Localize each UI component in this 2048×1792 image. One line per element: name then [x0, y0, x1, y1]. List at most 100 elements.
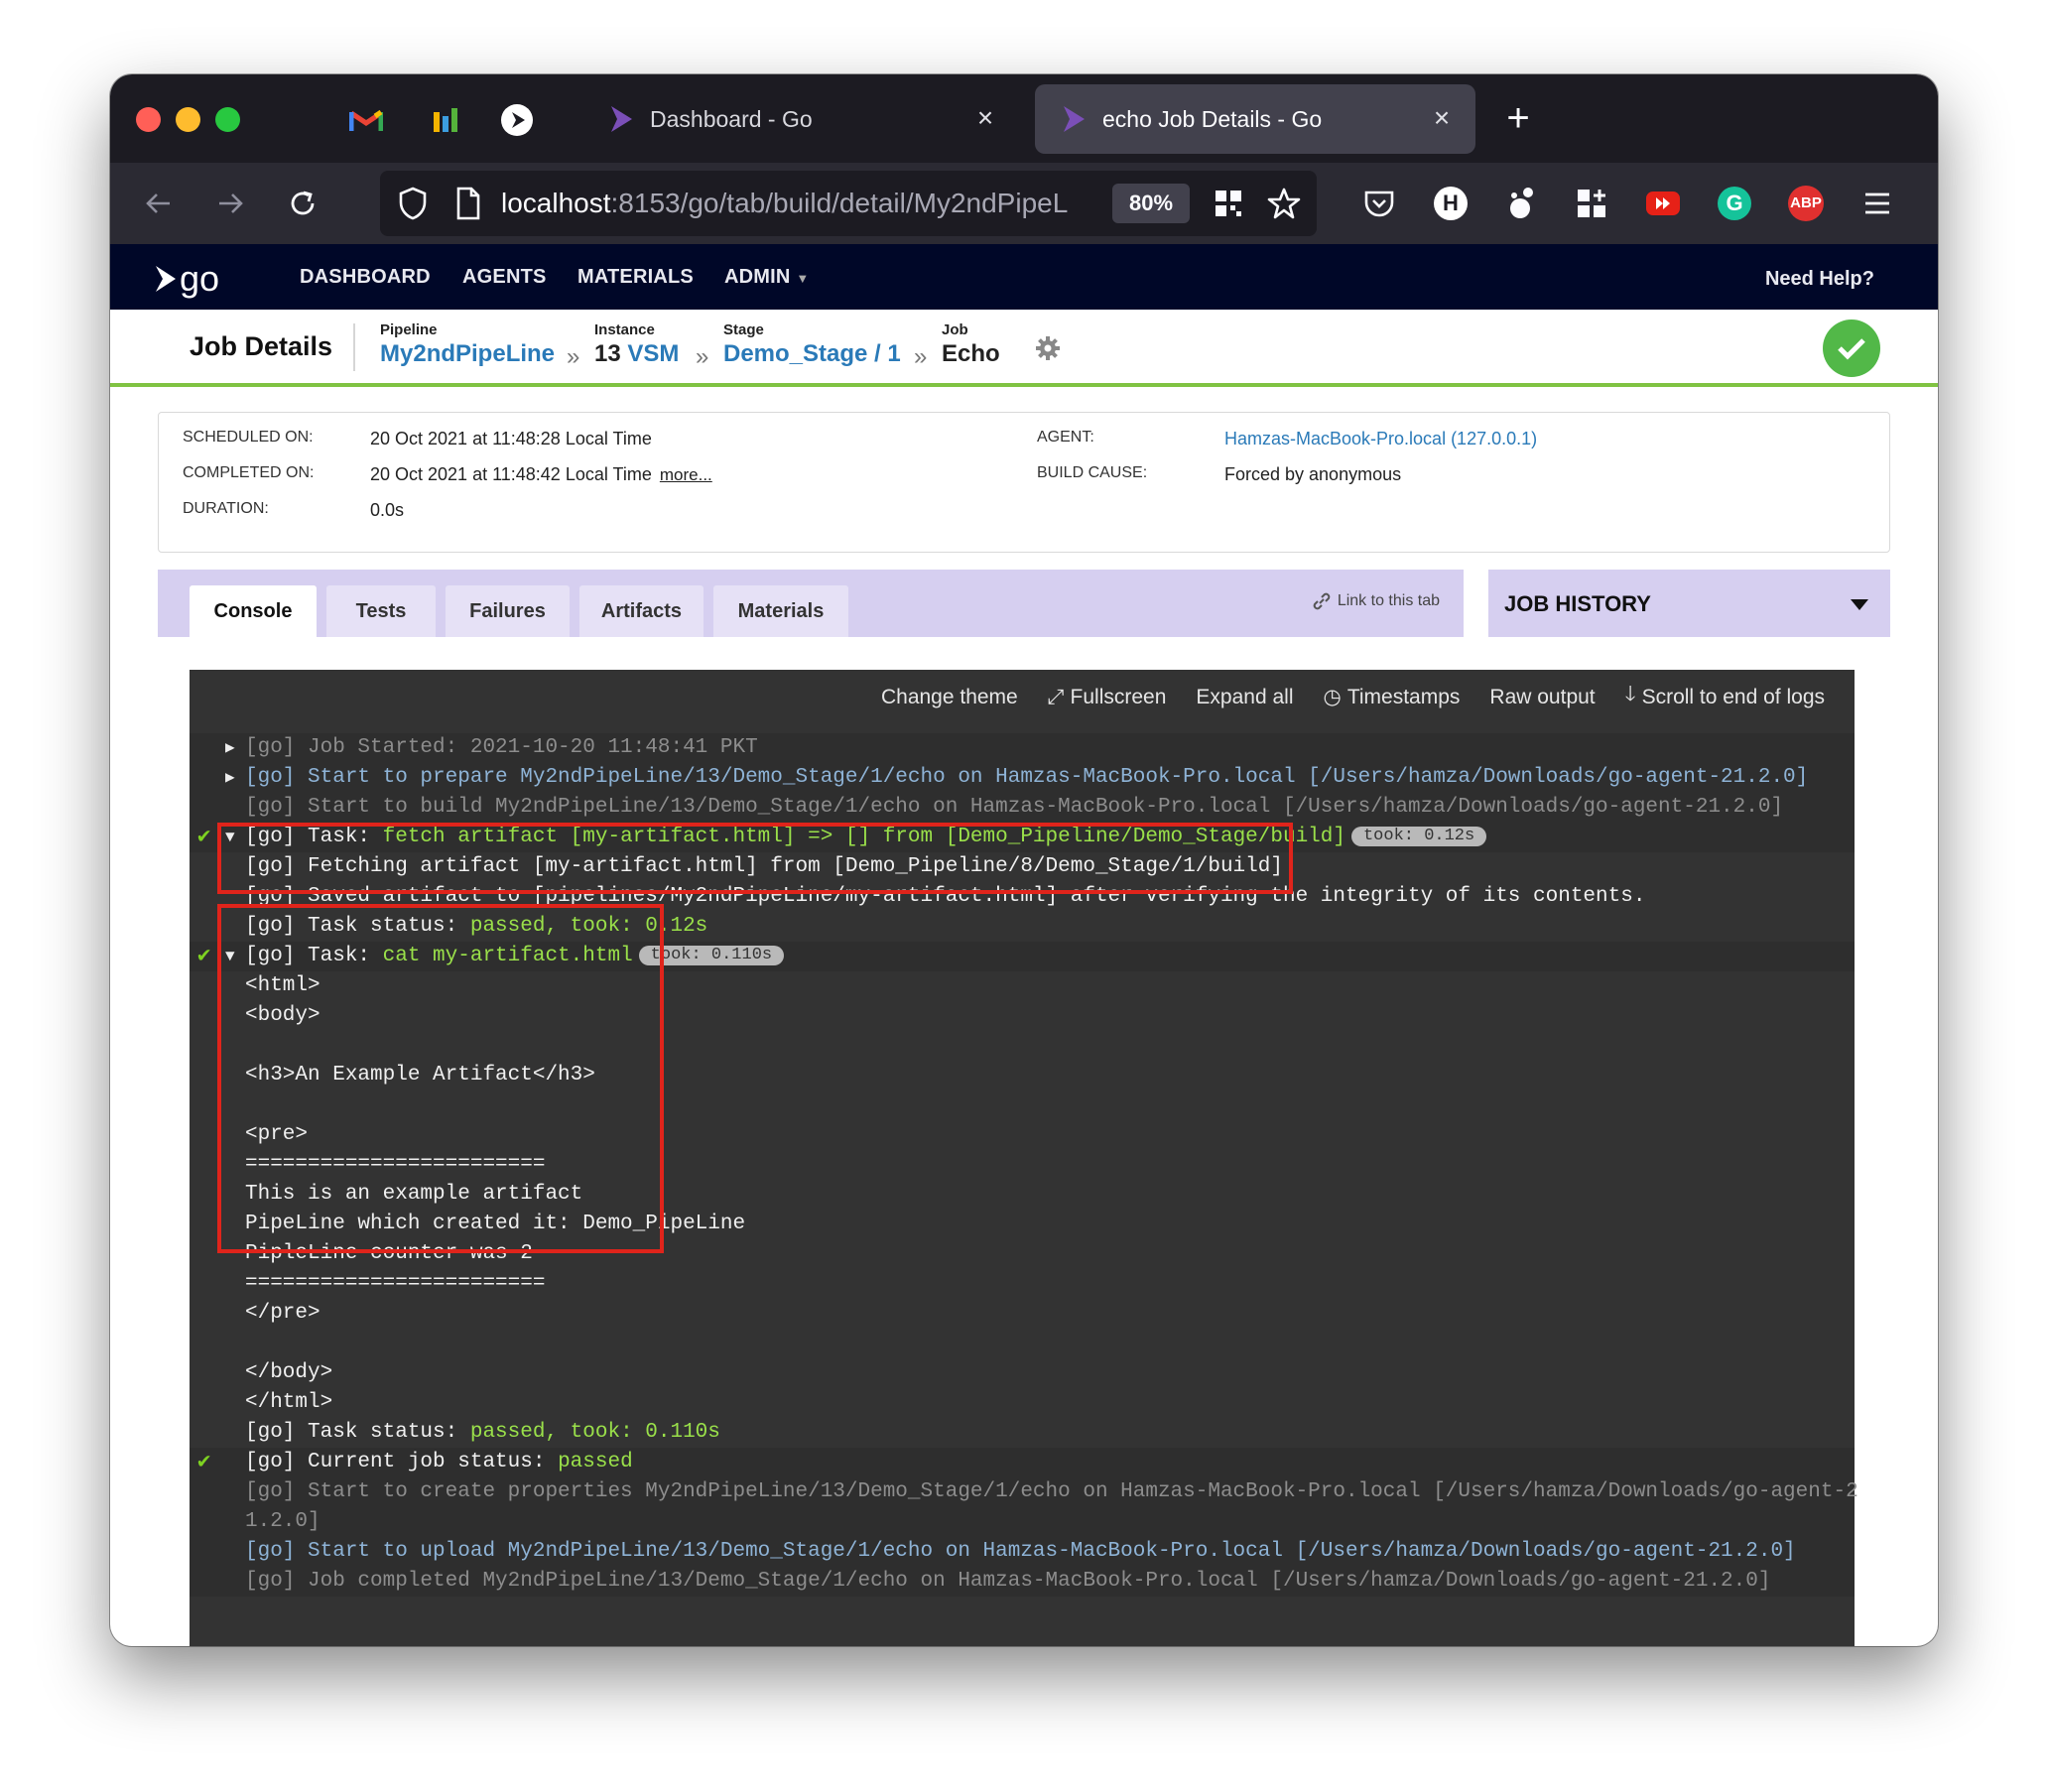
nav-admin-label: ADMIN — [724, 266, 791, 288]
close-tab-icon[interactable]: × — [971, 104, 999, 132]
breadcrumb-chevron: » — [914, 343, 928, 370]
console-log: Change theme ⤢ Fullscreen Expand all ◷ Tim… — [190, 670, 1858, 1646]
log-line: ======================== — [190, 1269, 1855, 1299]
check-icon: ✔ — [197, 944, 211, 968]
pipeline-link[interactable]: My2ndPipeLine — [380, 340, 555, 368]
check-icon: ✔ — [197, 1450, 211, 1474]
url-bar[interactable]: localhost:8153/go/tab/build/detail/My2nd… — [380, 171, 1317, 236]
gocd-logo[interactable]: go — [154, 258, 219, 300]
tab-echo-job-details[interactable]: echo Job Details - Go × — [1035, 84, 1475, 154]
need-help-link[interactable]: Need Help? — [1765, 268, 1874, 291]
back-button[interactable] — [138, 183, 180, 224]
duration-value: 0.0s — [370, 500, 405, 520]
minimize-window-button[interactable] — [176, 107, 200, 132]
tab-title: echo Job Details - Go — [1102, 105, 1323, 132]
stage-link[interactable]: Demo_Stage / 1 — [723, 340, 901, 368]
tab-title: Dashboard - Go — [650, 105, 813, 132]
app-menu-button[interactable] — [1856, 183, 1898, 224]
url-text[interactable]: localhost:8153/go/tab/build/detail/My2nd… — [501, 188, 1082, 219]
log-text: ======================== — [245, 1272, 546, 1295]
clock-icon: ◷ — [1323, 686, 1342, 708]
expand-arrows-icon: ⤢ — [1047, 685, 1065, 708]
h-icon: H — [1434, 187, 1468, 220]
breadcrumb-pipeline: Pipeline My2ndPipeLine — [380, 321, 555, 368]
youtube-extension-button[interactable] — [1642, 183, 1684, 224]
breadcrumb-stage: Stage Demo_Stage / 1 — [723, 321, 901, 368]
log-text: </body> — [245, 1361, 333, 1384]
bookmark-star-icon[interactable] — [1267, 187, 1301, 220]
tab-artifacts[interactable]: Artifacts — [579, 585, 704, 637]
build-cause-label: BUILD CAUSE: — [1037, 464, 1148, 481]
pocket-button[interactable] — [1358, 183, 1400, 224]
forward-arrow-icon — [219, 193, 243, 213]
miro-icon — [434, 108, 457, 132]
close-tab-icon[interactable]: × — [1428, 104, 1456, 132]
change-theme-button[interactable]: Change theme — [881, 680, 1018, 714]
link-to-tab[interactable]: Link to this tab — [1312, 591, 1440, 611]
completed-value: 20 Oct 2021 at 11:48:42 Local Time more..… — [370, 464, 712, 485]
vsm-link[interactable]: VSM — [627, 340, 679, 367]
tab-console[interactable]: Console — [190, 585, 317, 637]
gnome-icon — [1510, 188, 1533, 218]
log-line: [go] Task status: passed, took: 0.110s — [190, 1418, 1855, 1448]
job-summary: SCHEDULED ON: 20 Oct 2021 at 11:48:28 Lo… — [158, 412, 1890, 553]
log-line: [go] Start to upload My2ndPipeLine/13/De… — [190, 1537, 1855, 1567]
arrow-down-icon: 🡓 — [1624, 683, 1636, 705]
scheduled-value: 20 Oct 2021 at 11:48:28 Local Time — [370, 429, 652, 448]
adblock-button[interactable]: ABP — [1785, 183, 1827, 224]
gocd-tab-icon — [1064, 106, 1085, 132]
page-title: Job Details — [190, 331, 333, 361]
add-ons-icon — [1578, 190, 1605, 217]
h-extension-button[interactable]: H — [1430, 183, 1472, 224]
add-ons-button[interactable] — [1571, 183, 1612, 224]
nav-materials[interactable]: MATERIALS — [577, 266, 694, 289]
raw-output-button[interactable]: Raw output — [1489, 680, 1595, 714]
go-play-icon — [501, 104, 533, 136]
tab-tests[interactable]: Tests — [326, 585, 436, 637]
reload-button[interactable] — [282, 183, 323, 224]
nav-dashboard[interactable]: DASHBOARD — [300, 266, 431, 289]
took-badge: took: 0.12s — [1350, 827, 1487, 846]
tab-failures[interactable]: Failures — [446, 585, 570, 637]
nav-admin[interactable]: ADMIN ▼ — [724, 266, 809, 289]
link-to-tab-label: Link to this tab — [1337, 592, 1440, 609]
raw-output-label: Raw output — [1489, 685, 1596, 708]
more-link[interactable]: more... — [660, 465, 712, 484]
url-host: localhost — [501, 188, 611, 218]
tab-dashboard[interactable]: Dashboard - Go × — [582, 84, 1019, 154]
log-line: [go] Job completed My2ndPipeLine/13/Demo… — [190, 1567, 1855, 1597]
breadcrumb-chevron: » — [696, 343, 709, 370]
timestamps-button[interactable]: ◷ Timestamps — [1324, 680, 1461, 714]
job-passed-status — [1823, 320, 1880, 377]
build-cause-value: Forced by anonymous — [1224, 464, 1402, 484]
job-history-toggle[interactable]: JOB HISTORY — [1488, 570, 1890, 637]
new-tab-button[interactable]: + — [1497, 98, 1539, 140]
fullscreen-button[interactable]: ⤢ Fullscreen — [1048, 680, 1167, 714]
log-text: [go] Job completed My2ndPipeLine/13/Demo… — [245, 1570, 1771, 1593]
gnome-extension-button[interactable] — [1500, 183, 1542, 224]
log-text: </html> — [245, 1391, 333, 1414]
zoom-level-button[interactable]: 80% — [1112, 184, 1190, 223]
log-line[interactable]: ▶ [go] Start to prepare My2ndPipeLine/13/… — [190, 763, 1855, 793]
close-window-button[interactable] — [136, 107, 161, 132]
pinned-tab-gmail[interactable] — [344, 98, 388, 142]
forward-button[interactable] — [209, 183, 251, 224]
qr-code-icon[interactable] — [1214, 189, 1243, 218]
log-line[interactable]: ▶ [go] Job Started: 2021-10-20 11:48:41 P… — [190, 733, 1855, 763]
pinned-tab-go[interactable] — [495, 98, 539, 142]
nav-agents[interactable]: AGENTS — [462, 266, 547, 289]
pinned-tab-miro[interactable] — [424, 98, 467, 142]
gear-icon[interactable] — [1035, 335, 1061, 361]
scroll-to-end-button[interactable]: 🡓 Scroll to end of logs — [1625, 680, 1825, 714]
grammarly-button[interactable]: G — [1714, 183, 1755, 224]
breadcrumb-instance: Instance 13 VSM — [594, 321, 679, 368]
zoom-window-button[interactable] — [215, 107, 240, 132]
youtube-icon — [1646, 192, 1680, 215]
duration-label: DURATION: — [183, 500, 269, 517]
url-path: :8153/go/tab/build/detail/My2ndPipeL — [610, 188, 1069, 218]
job-details-header: Job Details Pipeline My2ndPipeLine » Ins… — [110, 310, 1938, 387]
tab-materials[interactable]: Materials — [713, 585, 848, 637]
agent-link[interactable]: Hamzas-MacBook-Pro.local (127.0.0.1) — [1224, 429, 1537, 449]
gocd-tab-icon — [611, 106, 632, 132]
expand-all-button[interactable]: Expand all — [1196, 680, 1293, 714]
